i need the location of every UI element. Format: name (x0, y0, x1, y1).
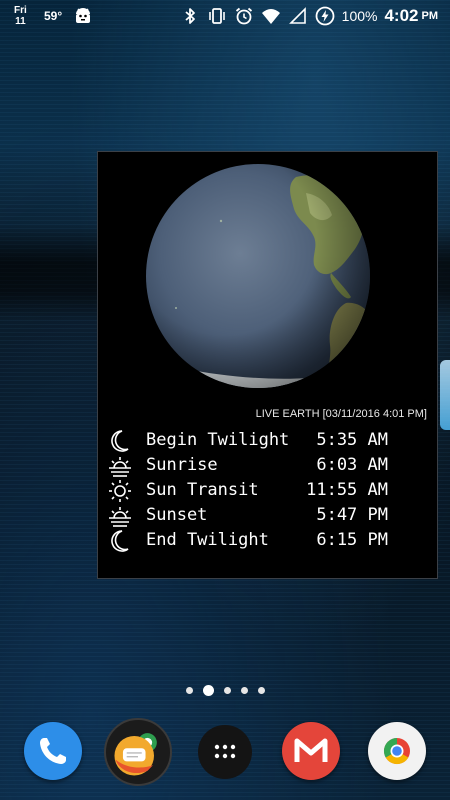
row-label: Sunrise (146, 455, 218, 475)
battery-percentage: 100% (341, 8, 378, 24)
sunset-icon (109, 507, 131, 527)
row-label: Sunset (146, 505, 208, 525)
page-dot[interactable] (223, 686, 231, 694)
gmail-icon (294, 738, 328, 762)
chrome-app-button[interactable] (368, 722, 426, 780)
vibrate-icon (208, 8, 225, 24)
alarm-icon (235, 7, 252, 25)
sun-times-list: Begin Twilight 5:35 AM Sunrise 6:03 AM S… (108, 429, 438, 554)
row-label: Begin Twilight (146, 430, 290, 450)
row-sun-transit: Sun Transit 11:55 AM (108, 479, 438, 504)
app-drawer-button[interactable] (198, 725, 252, 779)
status-bar: Fri 11 59° 100% 4:02 PM (0, 0, 450, 34)
earth-globe-icon (146, 164, 370, 388)
sunrise-icon (109, 457, 131, 477)
row-time: 6:03 AM (316, 455, 388, 475)
status-day: Fri (14, 5, 27, 16)
row-time: 5:47 PM (316, 505, 388, 525)
status-right-group: 100% 4:02 PM (180, 5, 438, 27)
row-sunrise: Sunrise 6:03 AM (108, 454, 438, 479)
earth-globe-image (146, 163, 391, 408)
status-day-number: 11 (15, 16, 26, 27)
row-end-twilight: End Twilight 6:15 PM (108, 529, 438, 554)
page-dot[interactable] (257, 686, 265, 694)
moon-icon (111, 530, 129, 552)
status-ampm: PM (421, 10, 439, 22)
messenger-app-button[interactable] (104, 718, 172, 786)
moon-icon (111, 430, 129, 452)
live-earth-widget[interactable]: LIVE EARTH [03/11/2016 4:01 PM] Begin Tw… (97, 151, 438, 579)
wallpaper-glow (440, 360, 450, 430)
status-temperature: 59° (44, 9, 63, 23)
page-dot[interactable] (185, 686, 193, 694)
phone-app-button[interactable] (24, 722, 82, 780)
row-begin-twilight: Begin Twilight 5:35 AM (108, 429, 438, 454)
live-earth-caption: LIVE EARTH [03/11/2016 4:01 PM] (255, 408, 427, 420)
gmail-app-button[interactable] (282, 722, 340, 780)
phone-icon (40, 738, 66, 764)
sun-icon (109, 480, 131, 502)
chrome-icon (383, 737, 410, 765)
signal-icon (288, 7, 306, 24)
battery-charging-icon (315, 6, 335, 26)
row-time: 6:15 PM (316, 530, 388, 550)
app-dock (0, 718, 450, 788)
wifi-icon (261, 9, 280, 24)
row-time: 5:35 AM (316, 430, 388, 450)
status-time: 4:02 (384, 6, 419, 25)
row-label: End Twilight (146, 530, 269, 550)
page-dot[interactable] (240, 686, 248, 694)
status-date: Fri 11 (14, 5, 27, 27)
android-robot-icon (76, 8, 90, 23)
messenger-icon (114, 733, 157, 776)
row-sunset: Sunset 5:47 PM (108, 504, 438, 529)
row-label: Sun Transit (146, 480, 259, 500)
app-drawer-icon (214, 744, 236, 759)
row-time: 11:55 AM (306, 480, 388, 500)
bluetooth-icon (185, 8, 195, 24)
home-page-indicator[interactable] (0, 682, 450, 698)
page-dot-active[interactable] (202, 684, 214, 696)
